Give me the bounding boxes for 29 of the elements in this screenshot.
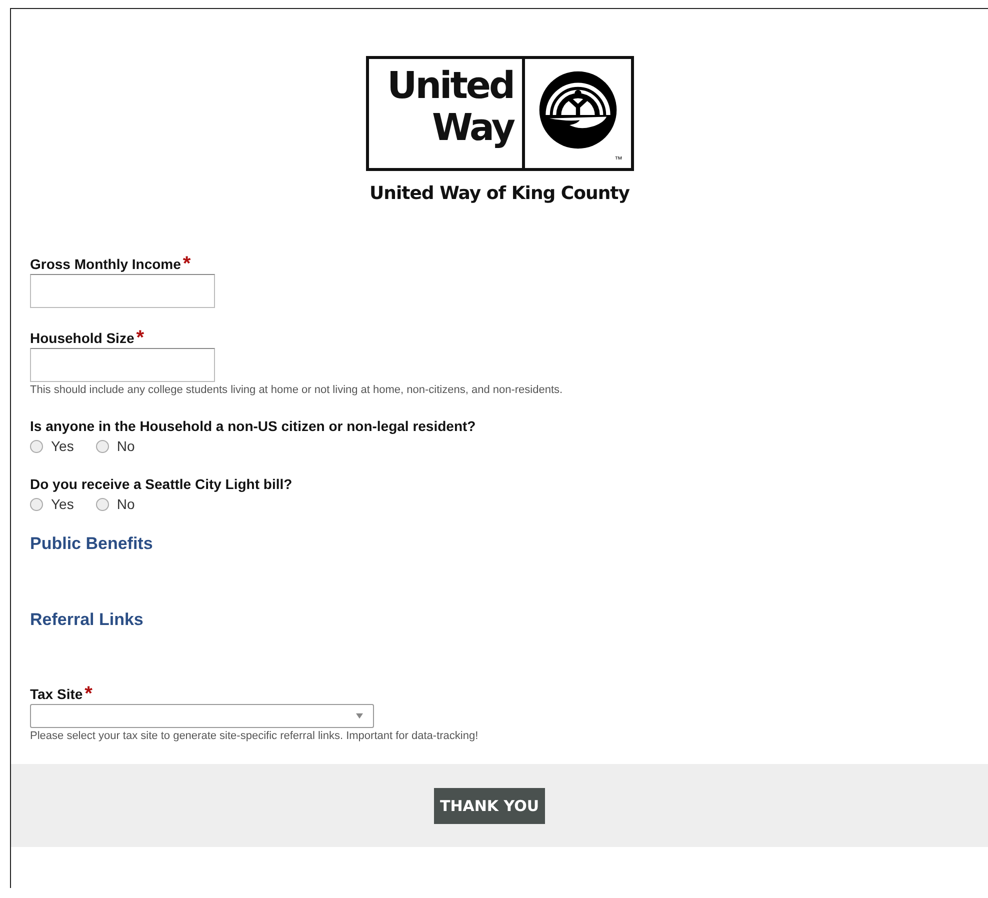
radio-button[interactable] — [96, 498, 109, 510]
input-field[interactable] — [30, 348, 215, 382]
radio-button[interactable] — [30, 498, 43, 510]
radio-button[interactable] — [96, 440, 109, 452]
radio-button[interactable] — [30, 440, 43, 452]
radio-label[interactable]: No — [116, 496, 135, 512]
thank-you-button[interactable]: THANK YOU — [434, 788, 546, 824]
radio-label[interactable]: Yes — [51, 496, 74, 512]
required-asterisk: * — [84, 686, 92, 702]
caret-icon — [356, 713, 363, 719]
logo-wordmark: Way — [432, 107, 514, 149]
section-heading: Public Benefits — [30, 534, 153, 553]
dropdown-field[interactable] — [30, 704, 374, 728]
trademark-mark: ™ — [614, 155, 622, 164]
field-label: Household Size — [30, 330, 134, 346]
question-label: Do you receive a Seattle City Light bill? — [30, 476, 292, 492]
required-asterisk: * — [136, 330, 144, 346]
field-label: Gross Monthly Income — [30, 256, 181, 272]
help-text: Please select your tax site to generate site-specific referral links. Important for data-tracking! — [30, 730, 480, 742]
organization-name: United Way of King County — [370, 183, 630, 204]
section-heading: Referral Links — [30, 610, 144, 629]
question-label: Is anyone in the Household a non-US citizen or non-legal resident? — [30, 418, 476, 434]
input-field[interactable] — [30, 274, 215, 308]
radio-label[interactable]: No — [116, 438, 135, 454]
help-text: This should include any college students living at home or not living at home, non-citizens, and non-residents. — [30, 384, 564, 396]
radio-label[interactable]: Yes — [51, 438, 74, 454]
field-label: Tax Site — [30, 686, 83, 702]
required-asterisk: * — [182, 256, 191, 272]
logo-wordmark: United — [387, 65, 514, 107]
